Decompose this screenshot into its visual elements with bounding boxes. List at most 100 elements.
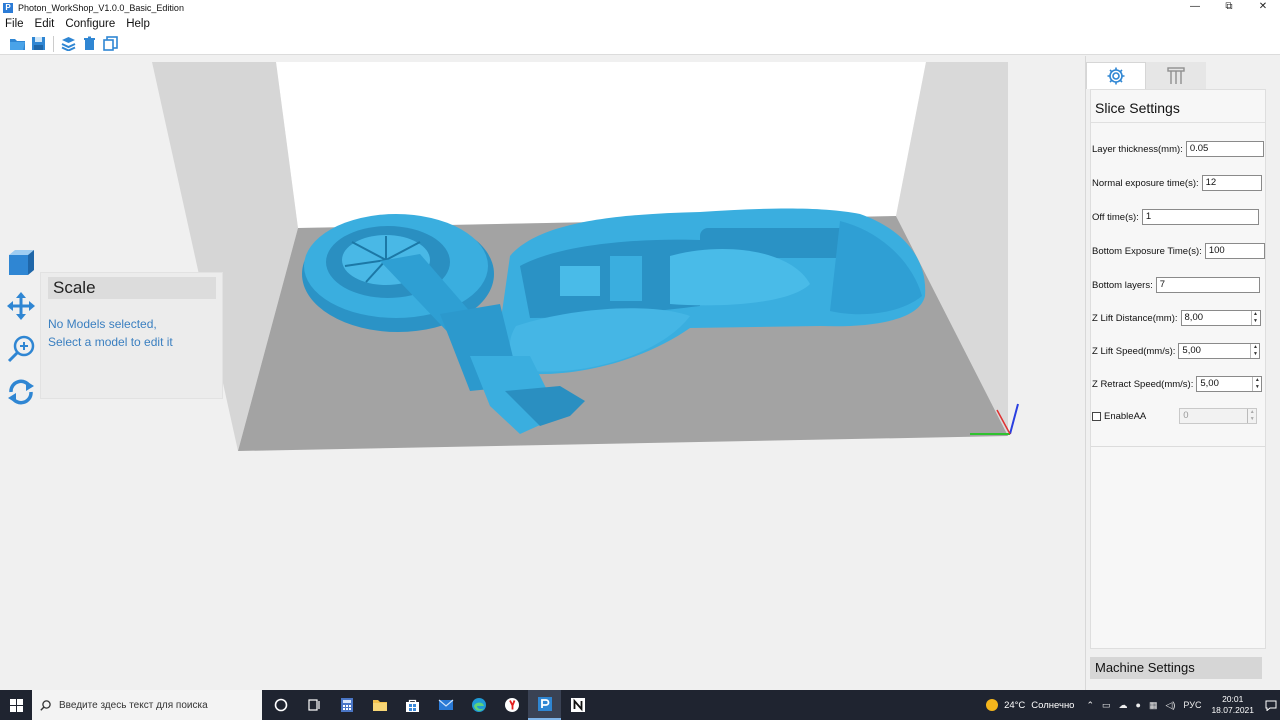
z-lift-distance-row: Z Lift Distance(mm): 8,00 ▲ ▼ xyxy=(1092,309,1261,327)
settings-tabs xyxy=(1086,62,1206,89)
scale-panel: Scale No Models selected, Select a model… xyxy=(40,272,223,399)
3d-viewport[interactable]: Scale No Models selected, Select a model… xyxy=(0,56,1085,690)
machine-settings-button[interactable]: Machine Settings xyxy=(1090,657,1262,679)
photon-icon[interactable] xyxy=(528,690,561,720)
spin-arrows-icon: ▲ ▼ xyxy=(1247,409,1256,423)
bottom-layers-row: Bottom layers: 7 xyxy=(1092,276,1260,294)
bottom-exposure-row: Bottom Exposure Time(s): 100 xyxy=(1092,242,1265,260)
chevron-up-icon[interactable]: ⌃ xyxy=(1086,700,1094,711)
off-time-label: Off time(s): xyxy=(1092,211,1139,223)
title-divider xyxy=(1091,122,1265,123)
z-lift-speed-input[interactable]: 5,00 ▲ ▼ xyxy=(1178,343,1261,359)
settings-panel: Slice Settings Layer thickness(mm): 0.05… xyxy=(1085,56,1280,690)
z-retract-speed-value: 5,00 xyxy=(1200,378,1219,389)
scale-icon[interactable] xyxy=(4,332,38,366)
enable-aa-label: EnableAA xyxy=(1104,410,1147,422)
slice-layers-icon[interactable] xyxy=(59,35,77,53)
z-retract-speed-label: Z Retract Speed(mm/s): xyxy=(1092,378,1194,390)
cloud-icon[interactable]: ☁ xyxy=(1119,700,1128,711)
copy-icon[interactable] xyxy=(101,35,119,53)
keyboard-icon[interactable]: ▦ xyxy=(1149,700,1158,711)
slice-settings-body: Slice Settings Layer thickness(mm): 0.05… xyxy=(1090,89,1266,649)
clock-date: 18.07.2021 xyxy=(1211,705,1254,715)
mail-icon[interactable] xyxy=(429,690,462,720)
layer-thickness-input[interactable]: 0.05 xyxy=(1185,141,1264,157)
z-lift-speed-value: 5,00 xyxy=(1182,345,1201,356)
normal-exposure-input[interactable]: 12 xyxy=(1201,175,1262,191)
delete-icon[interactable] xyxy=(80,35,98,53)
normal-exposure-row: Normal exposure time(s): 12 xyxy=(1092,174,1262,192)
z-retract-speed-input[interactable]: 5,00 ▲ ▼ xyxy=(1196,376,1263,392)
weather-text: Солнечно xyxy=(1031,699,1075,711)
spin-arrows-icon[interactable]: ▲ ▼ xyxy=(1252,377,1261,391)
network-icon[interactable]: ▭ xyxy=(1102,700,1111,711)
left-tool-column xyxy=(4,246,38,418)
task-view-icon[interactable] xyxy=(297,690,330,720)
search-placeholder: Введите здесь текст для поиска xyxy=(59,699,208,711)
z-lift-distance-label: Z Lift Distance(mm): xyxy=(1092,312,1178,324)
z-lift-speed-row: Z Lift Speed(mm/s): 5,00 ▲ ▼ xyxy=(1092,342,1261,360)
window-controls: — ⧉ ✕ xyxy=(1178,0,1280,15)
bottom-layers-input[interactable]: 7 xyxy=(1155,277,1260,293)
clock-time: 20:01 xyxy=(1222,694,1244,704)
notion-icon[interactable] xyxy=(561,690,594,720)
layer-thickness-label: Layer thickness(mm): xyxy=(1092,143,1183,155)
notification-icon[interactable] xyxy=(1262,690,1280,720)
bottom-layers-label: Bottom layers: xyxy=(1092,279,1153,291)
enable-aa-checkbox[interactable] xyxy=(1092,411,1101,421)
menu-edit[interactable]: Edit xyxy=(35,18,55,30)
gear-icon xyxy=(1107,67,1125,85)
bottom-exposure-input[interactable]: 100 xyxy=(1204,243,1265,259)
language-indicator[interactable]: РУС xyxy=(1183,700,1201,710)
tab-supports[interactable] xyxy=(1146,62,1206,89)
volume-icon[interactable]: ◁) xyxy=(1166,700,1176,711)
windows-start-icon[interactable] xyxy=(0,690,32,720)
spin-arrows-icon[interactable]: ▲ ▼ xyxy=(1250,311,1260,325)
scale-message-line1: No Models selected, xyxy=(48,317,157,331)
minimize-button[interactable]: — xyxy=(1178,0,1212,15)
microphone-icon[interactable]: ● xyxy=(1136,700,1141,710)
file-explorer-icon[interactable] xyxy=(363,690,396,720)
z-lift-distance-value: 8,00 xyxy=(1184,312,1204,323)
save-icon[interactable] xyxy=(29,35,47,53)
cortana-icon[interactable] xyxy=(264,690,297,720)
clock[interactable]: 20:01 18.07.2021 xyxy=(1211,694,1254,716)
toolbar-divider xyxy=(53,35,54,52)
enable-aa-input: 0 ▲ ▼ xyxy=(1179,408,1258,424)
settings-divider xyxy=(1091,446,1265,447)
close-button[interactable]: ✕ xyxy=(1246,0,1280,15)
menu-help[interactable]: Help xyxy=(126,18,150,30)
app-icon: P xyxy=(3,2,13,13)
open-folder-icon[interactable] xyxy=(8,35,26,53)
taskbar-search-box[interactable]: Введите здесь текст для поиска xyxy=(32,690,262,720)
layer-thickness-row: Layer thickness(mm): 0.05 xyxy=(1092,140,1264,158)
window-title: Photon_WorkShop_V1.0.0_Basic_Edition xyxy=(18,2,184,13)
restore-button[interactable]: ⧉ xyxy=(1212,0,1246,15)
cube-view-icon[interactable] xyxy=(4,246,38,280)
weather-widget[interactable]: 24°C Солнечно xyxy=(986,699,1074,711)
edge-icon[interactable] xyxy=(462,690,495,720)
bottom-exposure-label: Bottom Exposure Time(s): xyxy=(1092,245,1202,257)
weather-temp: 24°C xyxy=(1004,699,1026,711)
scale-panel-title: Scale xyxy=(48,277,216,299)
z-lift-distance-input[interactable]: 8,00 ▲ ▼ xyxy=(1180,310,1261,326)
taskbar: Введите здесь текст для поиска 24°C Солн… xyxy=(0,690,1280,720)
title-bar: P Photon_WorkShop_V1.0.0_Basic_Edition —… xyxy=(0,0,1280,15)
store-icon[interactable] xyxy=(396,690,429,720)
tab-slice-settings[interactable] xyxy=(1086,62,1146,89)
support-icon xyxy=(1167,66,1185,84)
system-tray: 24°C Солнечно ⌃ ▭ ☁ ● ▦ ◁) РУС 20:01 18.… xyxy=(986,690,1280,720)
menu-bar: File Edit Configure Help xyxy=(0,15,1280,33)
calculator-icon[interactable] xyxy=(330,690,363,720)
menu-file[interactable]: File xyxy=(5,18,24,30)
rotate-icon[interactable] xyxy=(4,375,38,409)
back-wall xyxy=(276,62,926,228)
toolbar xyxy=(0,33,1280,55)
normal-exposure-label: Normal exposure time(s): xyxy=(1092,177,1199,189)
menu-configure[interactable]: Configure xyxy=(65,18,115,30)
move-icon[interactable] xyxy=(4,289,38,323)
yandex-icon[interactable] xyxy=(495,690,528,720)
off-time-row: Off time(s): 1 xyxy=(1092,208,1259,226)
off-time-input[interactable]: 1 xyxy=(1141,209,1259,225)
spin-arrows-icon[interactable]: ▲ ▼ xyxy=(1250,344,1259,358)
